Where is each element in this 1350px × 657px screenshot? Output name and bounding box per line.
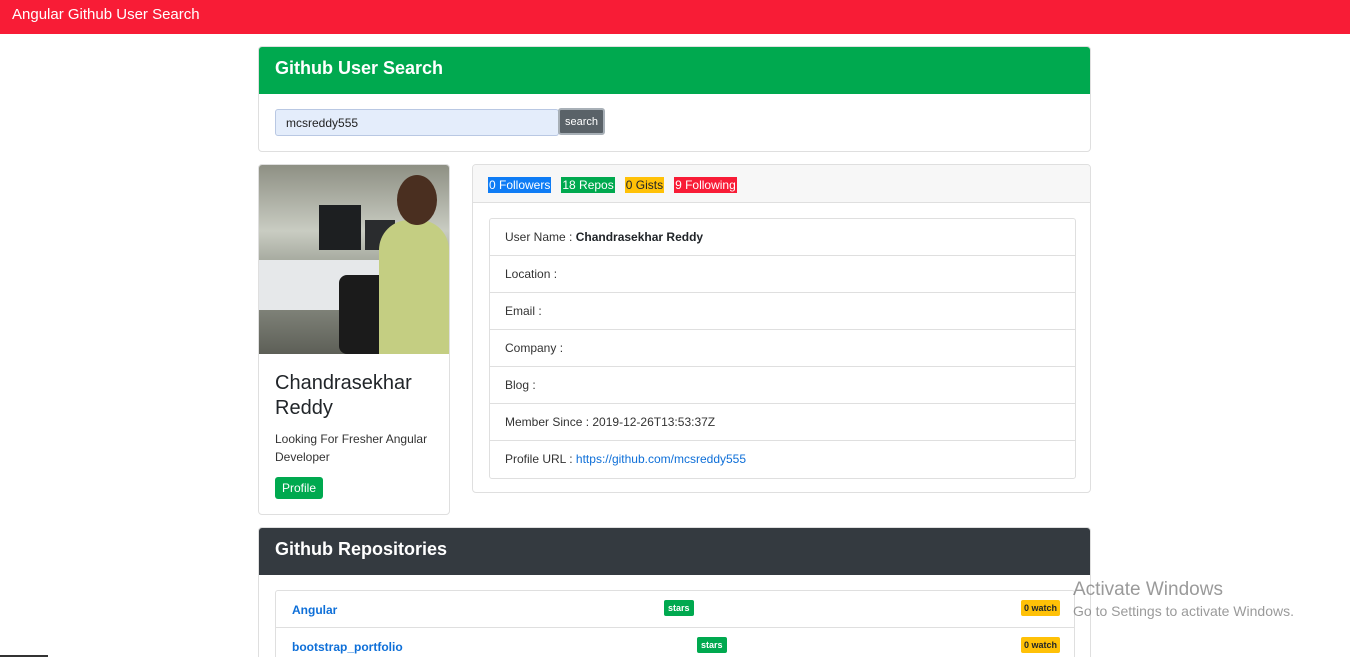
blog-label: Blog :: [505, 378, 536, 392]
navbar-brand[interactable]: Angular Github User Search: [12, 6, 200, 23]
search-card-title: Github User Search: [259, 47, 1090, 94]
username-search-input[interactable]: [275, 109, 559, 136]
watermark-subtitle: Go to Settings to activate Windows.: [1073, 603, 1294, 619]
watch-badge: 0 watch: [1020, 600, 1060, 616]
search-card: Github User Search search: [258, 46, 1091, 152]
user-details-card: 0 Followers 18 Repos 0 Gists 9 Following Us…: [472, 164, 1091, 493]
avatar: [259, 165, 449, 354]
username-value: Chandrasekhar Reddy: [575, 230, 704, 244]
top-navbar: Angular Github User Search: [0, 0, 1350, 34]
repo-name-link[interactable]: Angular: [292, 603, 337, 617]
profile-url-row: Profile URL : https://github.com/mcsredd…: [490, 441, 1075, 478]
repository-list: Angular stars 0 watch bootstrap_portfoli…: [275, 590, 1075, 657]
gists-badge: 0 Gists: [624, 177, 665, 193]
following-badge: 9 Following: [674, 177, 737, 193]
repo-name-link[interactable]: bootstrap_portfolio: [292, 640, 403, 654]
stars-badge: stars: [697, 637, 727, 653]
profile-card: Chandrasekhar Reddy Looking For Fresher …: [258, 164, 450, 515]
list-item: Angular stars 0 watch: [276, 591, 1074, 628]
blog-row: Blog :: [490, 367, 1075, 404]
email-label: Email :: [505, 304, 542, 318]
user-info-list: User Name : Chandrasekhar Reddy Location…: [489, 218, 1076, 479]
profile-button[interactable]: Profile: [275, 477, 324, 499]
stats-bar: 0 Followers 18 Repos 0 Gists 9 Following: [473, 165, 1090, 203]
company-label: Company :: [505, 341, 564, 355]
username-label: User Name :: [505, 230, 573, 244]
followers-badge: 0 Followers: [488, 177, 552, 193]
search-button[interactable]: search: [558, 108, 605, 135]
profile-url-link[interactable]: https://github.com/mcsreddy555: [576, 452, 746, 466]
repositories-title: Github Repositories: [259, 528, 1090, 575]
profile-url-label: Profile URL :: [505, 452, 573, 466]
username-row: User Name : Chandrasekhar Reddy: [490, 219, 1075, 256]
profile-bio: Looking For Fresher Angular Developer: [275, 432, 428, 464]
repos-badge: 18 Repos: [561, 177, 615, 193]
profile-name: Chandrasekhar Reddy: [275, 372, 412, 419]
member-since-value: 2019-12-26T13:53:37Z: [592, 415, 716, 429]
list-item: bootstrap_portfolio stars 0 watch: [276, 628, 1074, 657]
email-row: Email :: [490, 293, 1075, 330]
location-row: Location :: [490, 256, 1075, 293]
company-row: Company :: [490, 330, 1075, 367]
member-since-row: Member Since : 2019-12-26T13:53:37Z: [490, 404, 1075, 441]
repositories-card: Github Repositories Angular stars 0 watc…: [258, 527, 1091, 657]
location-label: Location :: [505, 267, 558, 281]
member-since-label: Member Since :: [505, 415, 590, 429]
stars-badge: stars: [664, 600, 694, 616]
windows-activation-watermark: Activate Windows Go to Settings to activ…: [1073, 579, 1294, 619]
watch-badge: 0 watch: [1020, 637, 1060, 653]
watermark-title: Activate Windows: [1073, 579, 1223, 600]
